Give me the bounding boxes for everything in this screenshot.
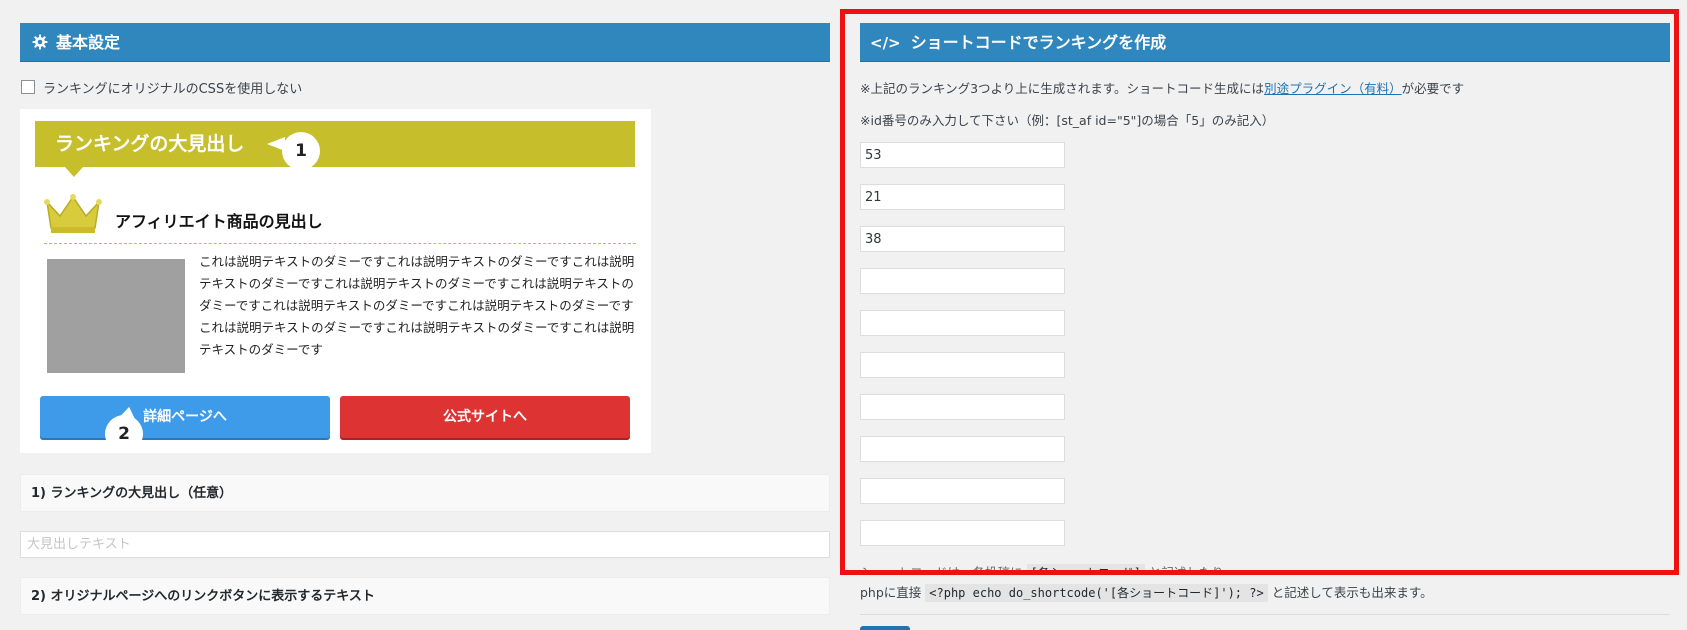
product-title-underline xyxy=(44,243,636,244)
usage-text-2: と記述したり xyxy=(1148,565,1224,574)
shortcode-id-input[interactable] xyxy=(860,394,1065,420)
shortcode-id-input[interactable] xyxy=(860,310,1065,336)
callout-1: 1 xyxy=(282,132,320,170)
shortcode-id-input[interactable] xyxy=(860,436,1065,462)
php-usage-code: <?php echo do_shortcode('[各ショートコード]'); ?… xyxy=(925,584,1268,602)
shortcode-usage-partial: ショートコードは、各投稿に [各ショートコード] と記述したり xyxy=(860,562,1224,574)
shortcode-note-1-prefix: ※上記のランキング3つより上に生成されます。ショートコード生成には xyxy=(860,81,1265,96)
callout-2: 2 xyxy=(105,415,143,453)
php-usage-line: phpに直接 <?php echo do_shortcode('[各ショートコー… xyxy=(860,582,1433,602)
ranking-preview: ランキングの大見出し 1 アフィリエイト商品の見出し これは説明テキストのダミー… xyxy=(20,109,651,453)
detail-page-button[interactable]: 詳細ページへ xyxy=(40,396,330,438)
code-icon: </> xyxy=(870,34,901,52)
shortcode-note-1: ※上記のランキング3つより上に生成されます。ショートコード生成には別途プラグイン… xyxy=(860,78,1464,97)
css-option-label: ランキングにオリジナルのCSSを使用しない xyxy=(43,82,303,97)
product-description: これは説明テキストのダミーですこれは説明テキストのダミーですこれは説明テキストの… xyxy=(199,254,635,357)
plugin-link[interactable]: 別途プラグイン（有料） xyxy=(1264,81,1402,96)
section-divider xyxy=(860,614,1670,615)
shortcode-id-input[interactable] xyxy=(860,268,1065,294)
product-thumbnail xyxy=(47,259,185,373)
shortcode-note-2: ※id番号のみ入力して下さい（例：[st_af id="5"]の場合「5」のみ記… xyxy=(860,113,1275,128)
shortcode-id-input[interactable] xyxy=(860,520,1065,546)
ranking-heading-field-label: 1) ランキングの大見出し（任意） xyxy=(20,474,830,512)
detail-page-button-label: 詳細ページへ xyxy=(143,409,227,425)
crown-icon xyxy=(44,194,102,236)
shortcode-header: </> ショートコードでランキングを作成 xyxy=(860,23,1670,62)
ranking-heading: ランキングの大見出し xyxy=(35,121,635,167)
product-title: アフィリエイト商品の見出し xyxy=(115,212,323,231)
shortcode-title: ショートコードでランキングを作成 xyxy=(910,33,1167,52)
link-button-text-field-label: 2) オリジナルページへのリンクボタンに表示するテキスト xyxy=(20,577,830,615)
shortcode-id-input[interactable] xyxy=(860,184,1065,210)
official-site-button-label: 公式サイトへ xyxy=(443,409,527,425)
shortcode-id-input[interactable] xyxy=(860,226,1065,252)
official-site-button[interactable]: 公式サイトへ xyxy=(340,396,630,438)
shortcode-note-1-suffix: が必要です xyxy=(1401,81,1465,96)
ranking-heading-notch xyxy=(65,167,83,177)
shortcode-id-input[interactable] xyxy=(860,142,1065,168)
usage-code: [各ショートコード] xyxy=(1026,564,1145,574)
save-button-edge[interactable] xyxy=(860,626,910,630)
ranking-heading-input[interactable] xyxy=(20,531,830,558)
shortcode-id-input[interactable] xyxy=(860,478,1065,504)
css-option-checkbox[interactable] xyxy=(21,80,35,94)
usage-text-1: ショートコードは、各投稿に xyxy=(860,565,1023,574)
php-usage-prefix: phpに直接 xyxy=(860,585,922,600)
basic-settings-header: 基本設定 xyxy=(20,23,830,62)
php-usage-suffix: と記述して表示も出来ます。 xyxy=(1271,585,1433,600)
gear-icon xyxy=(32,25,48,50)
basic-settings-title: 基本設定 xyxy=(56,33,121,52)
shortcode-id-input[interactable] xyxy=(860,352,1065,378)
